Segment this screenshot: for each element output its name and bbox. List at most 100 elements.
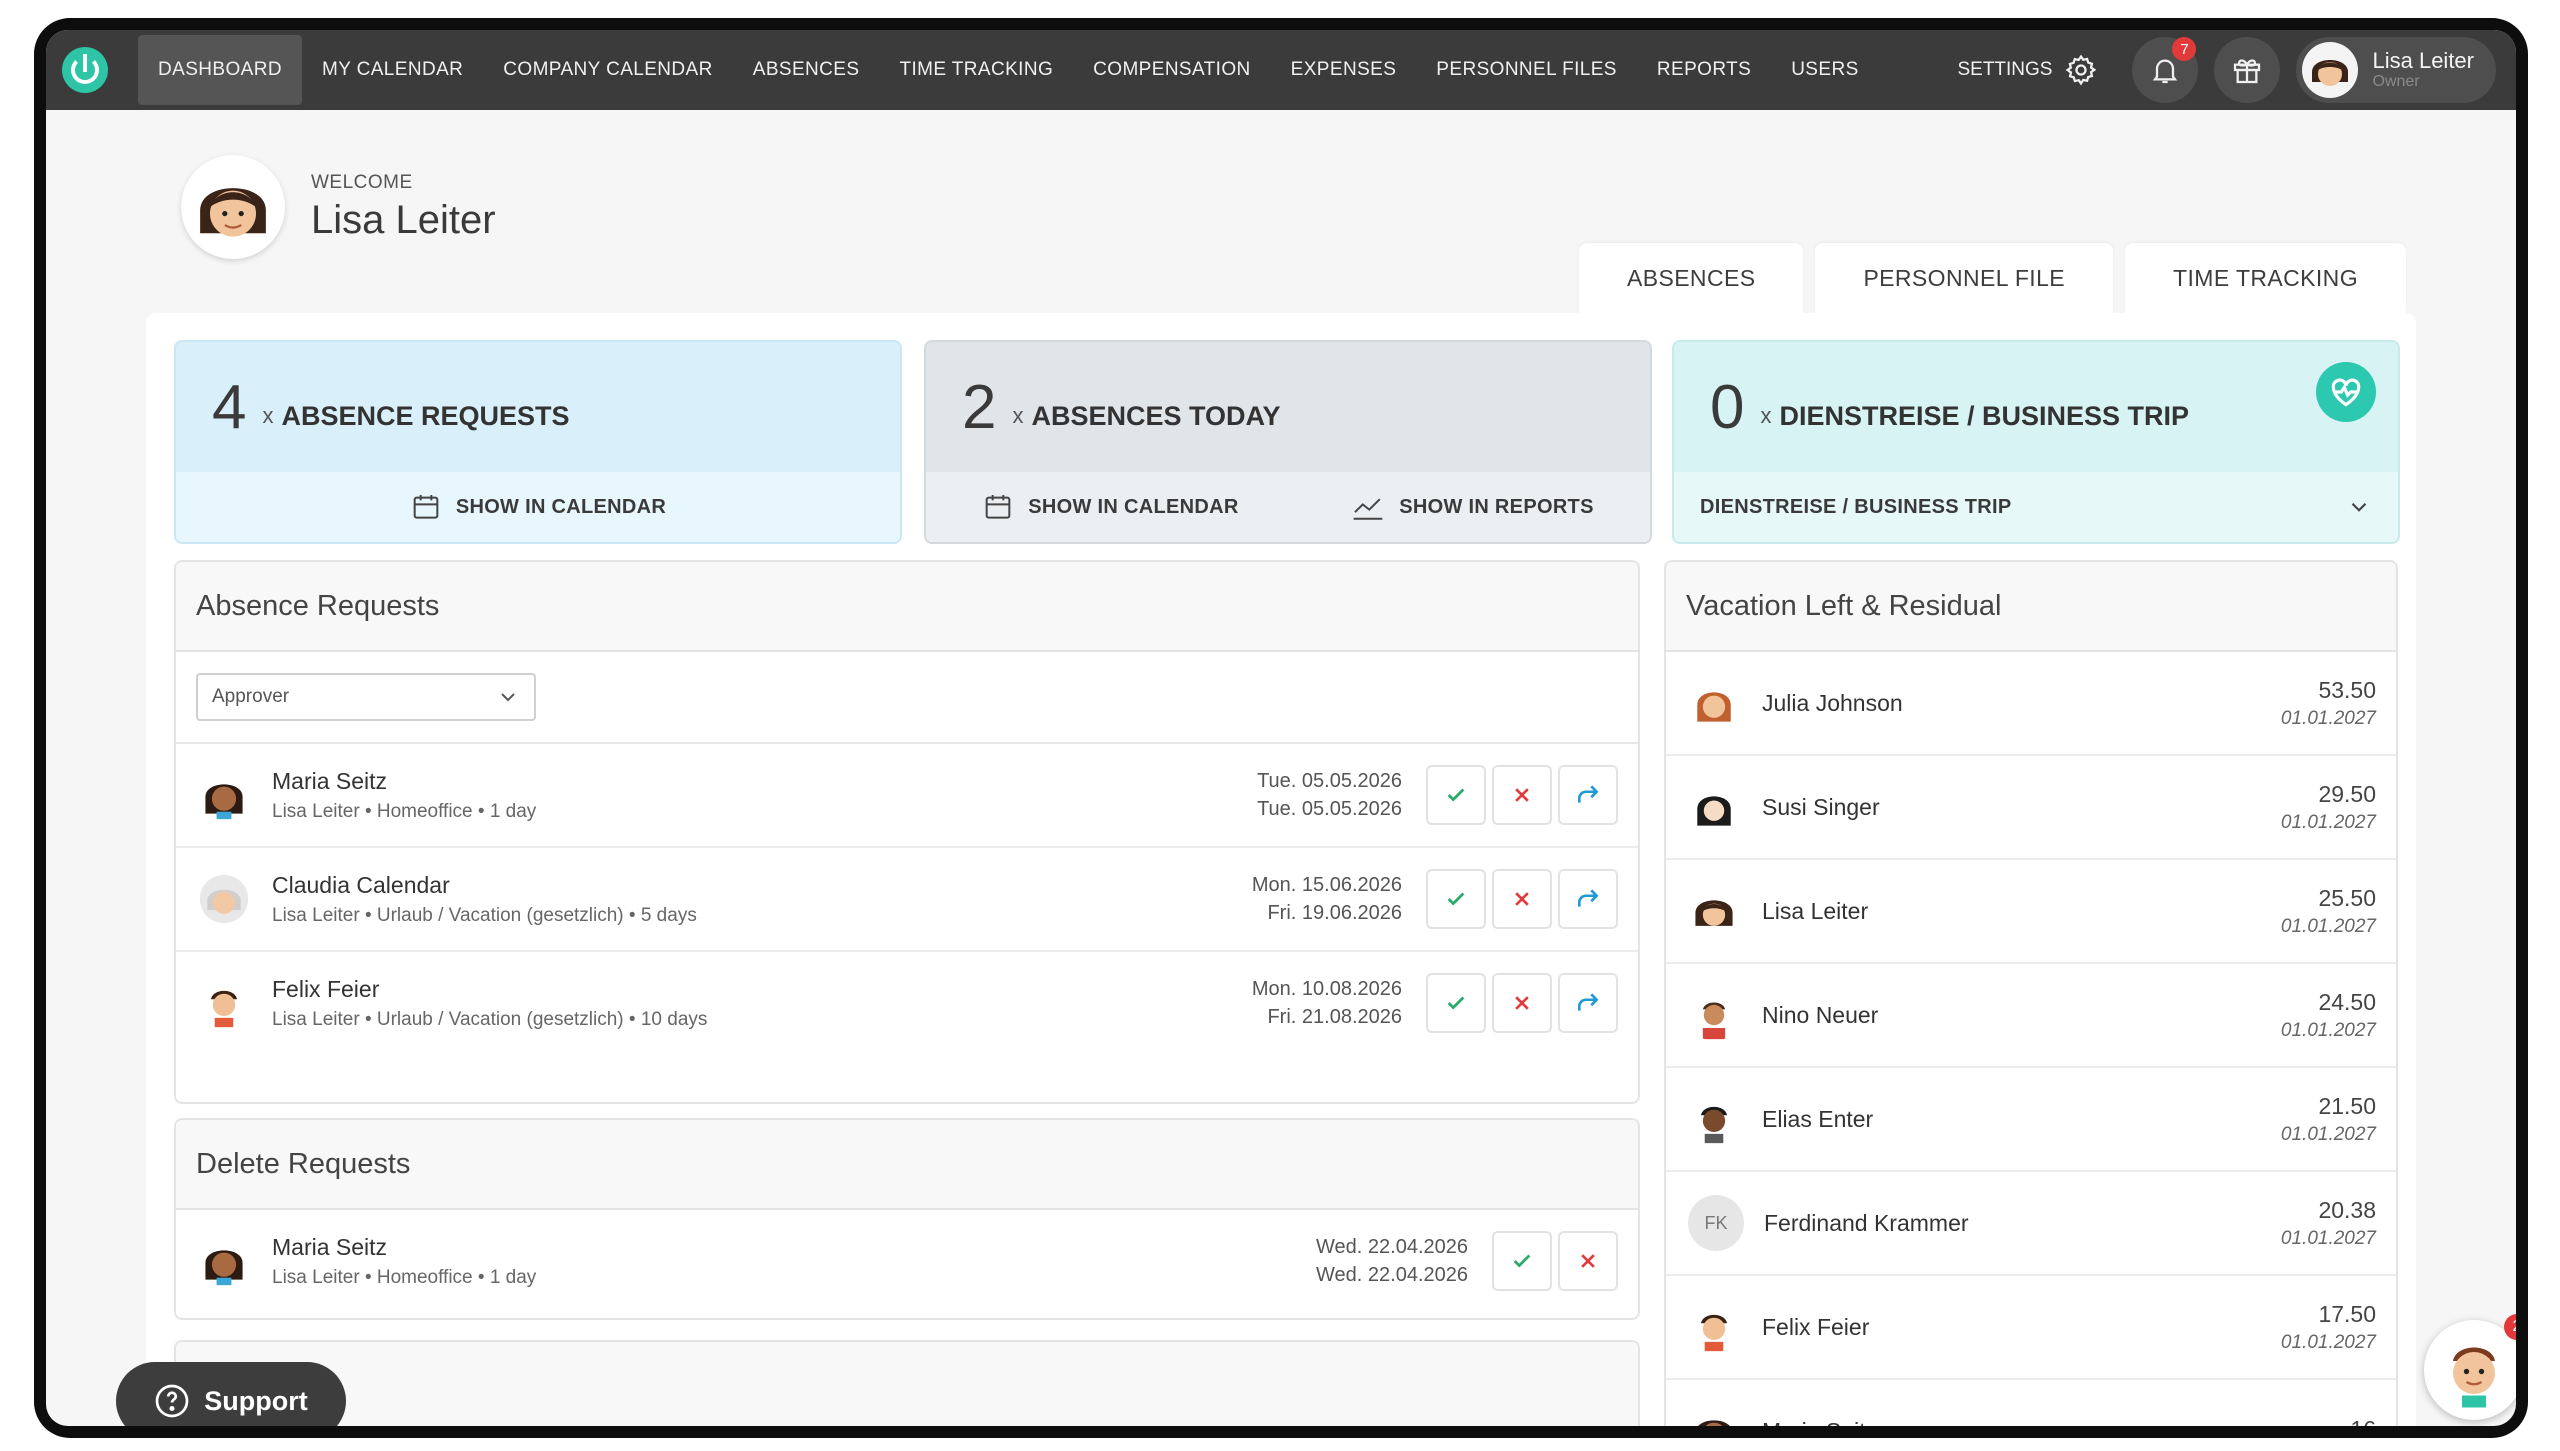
list-item[interactable]: FK Ferdinand Krammer 20.38 01.01.2027 [1666, 1172, 2396, 1276]
avatar [1702, 1002, 1726, 1040]
list-item[interactable]: Maria Seitz 16 [1666, 1380, 2396, 1426]
card-footer: SHOW IN CALENDAR SHOW IN REPORTS [926, 472, 1650, 542]
nav-dashboard[interactable]: DASHBOARD [138, 35, 302, 105]
vacation-balance: 20.38 01.01.2027 [2281, 1197, 2376, 1250]
show-in-reports-link[interactable]: SHOW IN REPORTS [1351, 492, 1594, 522]
panel-title: Vacation Left & Residual [1666, 562, 2396, 652]
approve-button[interactable] [1492, 1231, 1552, 1291]
vacation-date: 01.01.2027 [2280, 811, 2376, 833]
request-dates: Mon. 15.06.2026 Fri. 19.06.2026 [1252, 871, 1402, 927]
user-avatar-illustration [200, 188, 266, 237]
nav-personnel-files[interactable]: PERSONNEL FILES [1416, 35, 1637, 105]
tab-time-tracking[interactable]: TIME TRACKING [2125, 243, 2406, 313]
approver-filter-select[interactable]: Approver [196, 673, 536, 721]
user-menu[interactable]: Lisa Leiter Owner [2296, 37, 2496, 103]
approve-button[interactable] [1426, 973, 1486, 1033]
show-in-calendar-link[interactable]: SHOW IN CALENDAR [982, 491, 1238, 523]
approve-button[interactable] [1426, 765, 1486, 825]
avatar [1698, 1420, 1730, 1426]
checkmark-icon [1447, 788, 1465, 802]
app-logo-icon[interactable] [62, 47, 108, 93]
list-item[interactable]: Elias Enter 21.50 01.01.2027 [1666, 1068, 2396, 1172]
business-trip-label: DIENSTREISE / BUSINESS TRIP [1779, 400, 2190, 431]
forward-button[interactable] [1558, 765, 1618, 825]
show-in-calendar-link[interactable]: SHOW IN CALENDAR [410, 491, 666, 523]
notifications-button[interactable]: 7 [2132, 37, 2199, 103]
list-item[interactable]: Julia Johnson 53.50 01.01.2027 [1666, 652, 2396, 756]
close-icon [1515, 996, 1529, 1010]
table-row[interactable]: Maria Seitz Lisa Leiter • Homeoffice • 1… [176, 1210, 1638, 1312]
settings-button[interactable]: SETTINGS [1957, 53, 2098, 87]
user-name: Lisa Leiter [2372, 48, 2474, 73]
nav-users[interactable]: USERS [1771, 35, 1878, 105]
vacation-date: 01.01.2027 [2280, 1331, 2376, 1353]
panel-title: Delete Requests [176, 1120, 1638, 1210]
list-item[interactable]: Nino Neuer 24.50 01.01.2027 [1666, 964, 2396, 1068]
absences-panel: Absences [174, 1340, 1640, 1426]
business-trip-count: 0 [1710, 372, 1745, 442]
forward-button[interactable] [1558, 869, 1618, 929]
vacation-days: 16 [2350, 1416, 2376, 1427]
request-dates: Tue. 05.05.2026 Tue. 05.05.2026 [1257, 767, 1402, 823]
heart-pulse-icon [2316, 362, 2376, 422]
chevron-down-icon [2351, 502, 2367, 512]
vacation-days: 20.38 [2318, 1196, 2376, 1223]
tab-absences[interactable]: ABSENCES [1578, 243, 1804, 313]
gift-icon [2234, 59, 2261, 84]
reject-button[interactable] [1492, 869, 1552, 929]
table-row[interactable]: Felix Feier Lisa Leiter • Urlaub / Vacat… [176, 952, 1638, 1054]
nav-time-tracking[interactable]: TIME TRACKING [879, 35, 1073, 105]
vacation-days: 53.50 [2318, 676, 2376, 703]
support-label: Support [204, 1385, 308, 1416]
table-row[interactable]: Claudia Calendar Lisa Leiter • Urlaub / … [176, 848, 1638, 952]
avatar [198, 769, 250, 821]
nav-expenses[interactable]: EXPENSES [1271, 35, 1417, 105]
calendar-icon [413, 495, 439, 519]
list-item[interactable]: Susi Singer 29.50 01.01.2027 [1666, 756, 2396, 860]
nav-compensation[interactable]: COMPENSATION [1073, 35, 1271, 105]
request-date-to: Tue. 05.05.2026 [1257, 798, 1402, 820]
request-name: Maria Seitz [272, 1233, 388, 1260]
forward-button[interactable] [1558, 973, 1618, 1033]
card-header: 4 x ABSENCE REQUESTS [176, 342, 900, 472]
avatar [1697, 692, 1731, 722]
reject-button[interactable] [1492, 765, 1552, 825]
welcome-label: WELCOME [311, 171, 413, 193]
vacation-left-panel: Vacation Left & Residual Julia Johnson 5… [1664, 560, 2398, 1426]
list-item[interactable]: Felix Feier 17.50 01.01.2027 [1666, 1276, 2396, 1380]
gift-button[interactable] [2214, 37, 2281, 103]
approver-filter-value: Approver [212, 686, 290, 707]
request-dates: Mon. 10.08.2026 Fri. 21.08.2026 [1252, 975, 1402, 1031]
request-details: Lisa Leiter • Homeoffice • 1 day [272, 1266, 537, 1288]
avatar [181, 155, 285, 259]
card-header: 2 x ABSENCES TODAY [926, 342, 1650, 472]
list-item[interactable]: Lisa Leiter 25.50 01.01.2027 [1666, 860, 2396, 964]
chevron-down-icon [501, 693, 515, 702]
nav-absences[interactable]: ABSENCES [733, 35, 880, 105]
tab-personnel-file[interactable]: PERSONNEL FILE [1815, 243, 2114, 313]
nav-company-calendar[interactable]: COMPANY CALENDAR [483, 35, 732, 105]
request-details: Lisa Leiter • Urlaub / Vacation (gesetzl… [272, 904, 697, 926]
chart-line-icon [1353, 498, 1383, 520]
reject-button[interactable] [1492, 973, 1552, 1033]
approve-button[interactable] [1426, 869, 1486, 929]
employee-name: Lisa Leiter [1762, 897, 1869, 924]
nav-my-calendar[interactable]: MY CALENDAR [302, 35, 483, 105]
vacation-balance: 53.50 01.01.2027 [2281, 677, 2376, 730]
help-icon [155, 1384, 189, 1418]
vacation-days: 24.50 [2318, 988, 2376, 1015]
support-button[interactable]: Support [116, 1362, 346, 1426]
request-date-from: Tue. 05.05.2026 [1257, 770, 1402, 792]
avatar [2302, 42, 2359, 98]
checkmark-icon [1447, 996, 1465, 1010]
chat-assistant-button[interactable]: 2 [2424, 1314, 2516, 1420]
reject-button[interactable] [1558, 1231, 1618, 1291]
vacation-balance: 25.50 01.01.2027 [2281, 885, 2376, 938]
vacation-date: 01.01.2027 [2280, 1123, 2376, 1145]
absences-today-card: 2 x ABSENCES TODAY SHOW IN CALENDAR SHOW… [924, 340, 1652, 544]
table-row[interactable]: Maria Seitz Lisa Leiter • Homeoffice • 1… [176, 744, 1638, 848]
avatar [1697, 796, 1731, 826]
multiplier-label: x [1760, 403, 1772, 428]
absence-type-select[interactable]: DIENSTREISE / BUSINESS TRIP [1674, 472, 2398, 542]
nav-reports[interactable]: REPORTS [1637, 35, 1771, 105]
